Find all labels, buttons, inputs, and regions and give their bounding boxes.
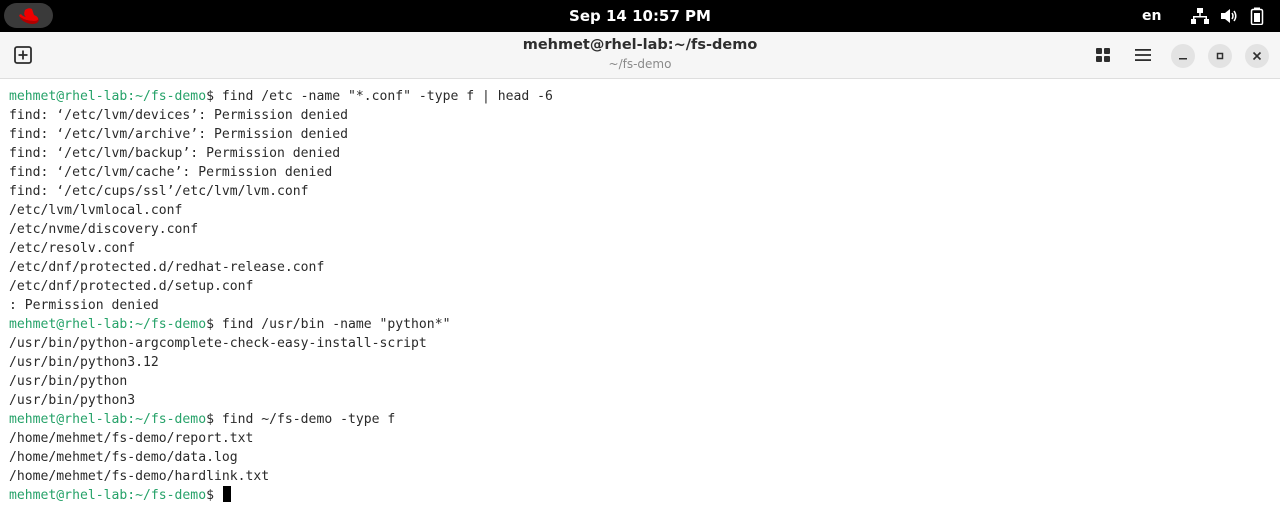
terminal-output-line: /etc/dnf/protected.d/redhat-release.conf <box>9 258 1269 277</box>
command-text: $ find /usr/bin -name "python*" <box>206 317 451 332</box>
output-text: /home/mehmet/fs-demo/hardlink.txt <box>9 469 270 484</box>
hamburger-menu-icon[interactable] <box>1133 45 1153 65</box>
output-text: /usr/bin/python <box>9 374 128 389</box>
top-bar: Sep 14 10:57 PM en <box>0 0 1280 32</box>
terminal-output-line: : Permission denied <box>9 296 1269 315</box>
terminal-output-line: find: ‘/etc/cups/ssl’/etc/lvm/lvm.conf <box>9 182 1269 201</box>
window-title: mehmet@rhel-lab:~/fs-demo <box>522 37 758 53</box>
output-text: /etc/dnf/protected.d/redhat-release.conf <box>9 260 325 275</box>
output-text: find: ‘/etc/lvm/cache’: Permission denie… <box>9 165 333 180</box>
maximize-icon <box>1216 52 1224 60</box>
close-button[interactable] <box>1245 44 1269 68</box>
close-icon <box>1252 51 1262 61</box>
window-subtitle: ~/fs-demo <box>608 57 672 71</box>
clock[interactable]: Sep 14 10:57 PM <box>0 0 1280 32</box>
shell-prompt: mehmet@rhel-lab:~/fs-demo <box>9 89 207 104</box>
language-indicator[interactable]: en <box>1142 0 1161 32</box>
battery-icon[interactable] <box>1248 7 1266 25</box>
terminal-output-line: /usr/bin/python-argcomplete-check-easy-i… <box>9 334 1269 353</box>
output-text: : Permission denied <box>9 298 159 313</box>
terminal-output-line: /home/mehmet/fs-demo/hardlink.txt <box>9 467 1269 486</box>
output-text: /usr/bin/python3 <box>9 393 136 408</box>
terminal-output-line: /etc/lvm/lvmlocal.conf <box>9 201 1269 220</box>
network-icon[interactable] <box>1191 7 1209 25</box>
command-text: $ find ~/fs-demo -type f <box>206 412 396 427</box>
maximize-button[interactable] <box>1208 44 1232 68</box>
output-text: /usr/bin/python-argcomplete-check-easy-i… <box>9 336 427 351</box>
window-header-bar: mehmet@rhel-lab:~/fs-demo ~/fs-demo <box>0 32 1280 79</box>
terminal-output-line: /etc/dnf/protected.d/setup.conf <box>9 277 1269 296</box>
terminal-output-line: /usr/bin/python3 <box>9 391 1269 410</box>
output-text: /etc/dnf/protected.d/setup.conf <box>9 279 254 294</box>
terminal-command-line: mehmet@rhel-lab:~/fs-demo$ find /usr/bin… <box>9 315 1269 334</box>
terminal-output-line: /usr/bin/python <box>9 372 1269 391</box>
volume-icon[interactable] <box>1220 7 1238 25</box>
output-text: find: ‘/etc/lvm/backup’: Permission deni… <box>9 146 341 161</box>
terminal-output[interactable]: mehmet@rhel-lab:~/fs-demo$ find /etc -na… <box>9 87 1269 505</box>
terminal-output-line: find: ‘/etc/lvm/cache’: Permission denie… <box>9 163 1269 182</box>
output-text: /etc/lvm/lvmlocal.conf <box>9 203 183 218</box>
terminal-output-line: find: ‘/etc/lvm/archive’: Permission den… <box>9 125 1269 144</box>
grid-icon[interactable] <box>1093 45 1113 65</box>
output-text: find: ‘/etc/cups/ssl’/etc/lvm/lvm.conf <box>9 184 309 199</box>
output-text: find: ‘/etc/lvm/archive’: Permission den… <box>9 127 348 142</box>
output-text: /home/mehmet/fs-demo/report.txt <box>9 431 254 446</box>
terminal-output-line: /etc/resolv.conf <box>9 239 1269 258</box>
terminal-output-line: find: ‘/etc/lvm/backup’: Permission deni… <box>9 144 1269 163</box>
text-cursor <box>222 486 231 502</box>
shell-prompt: mehmet@rhel-lab:~/fs-demo <box>9 412 207 427</box>
output-text: /etc/resolv.conf <box>9 241 136 256</box>
terminal-output-line: /etc/nvme/discovery.conf <box>9 220 1269 239</box>
shell-prompt: mehmet@rhel-lab:~/fs-demo <box>9 317 207 332</box>
terminal-command-line: mehmet@rhel-lab:~/fs-demo$ <box>9 486 1269 505</box>
output-text: /home/mehmet/fs-demo/data.log <box>9 450 238 465</box>
terminal-output-line: /usr/bin/python3.12 <box>9 353 1269 372</box>
shell-prompt: mehmet@rhel-lab:~/fs-demo <box>9 488 207 503</box>
minimize-button[interactable] <box>1171 44 1195 68</box>
terminal-output-line: find: ‘/etc/lvm/devices’: Permission den… <box>9 106 1269 125</box>
terminal-command-line: mehmet@rhel-lab:~/fs-demo$ find /etc -na… <box>9 87 1269 106</box>
output-text: /etc/nvme/discovery.conf <box>9 222 199 237</box>
minimize-icon <box>1179 58 1187 60</box>
command-text: $ find /etc -name "*.conf" -type f | hea… <box>206 89 553 104</box>
terminal-command-line: mehmet@rhel-lab:~/fs-demo$ find ~/fs-dem… <box>9 410 1269 429</box>
terminal-output-line: /home/mehmet/fs-demo/report.txt <box>9 429 1269 448</box>
terminal-output-line: /home/mehmet/fs-demo/data.log <box>9 448 1269 467</box>
output-text: /usr/bin/python3.12 <box>9 355 159 370</box>
output-text: find: ‘/etc/lvm/devices’: Permission den… <box>9 108 348 123</box>
command-text: $ <box>206 488 222 503</box>
